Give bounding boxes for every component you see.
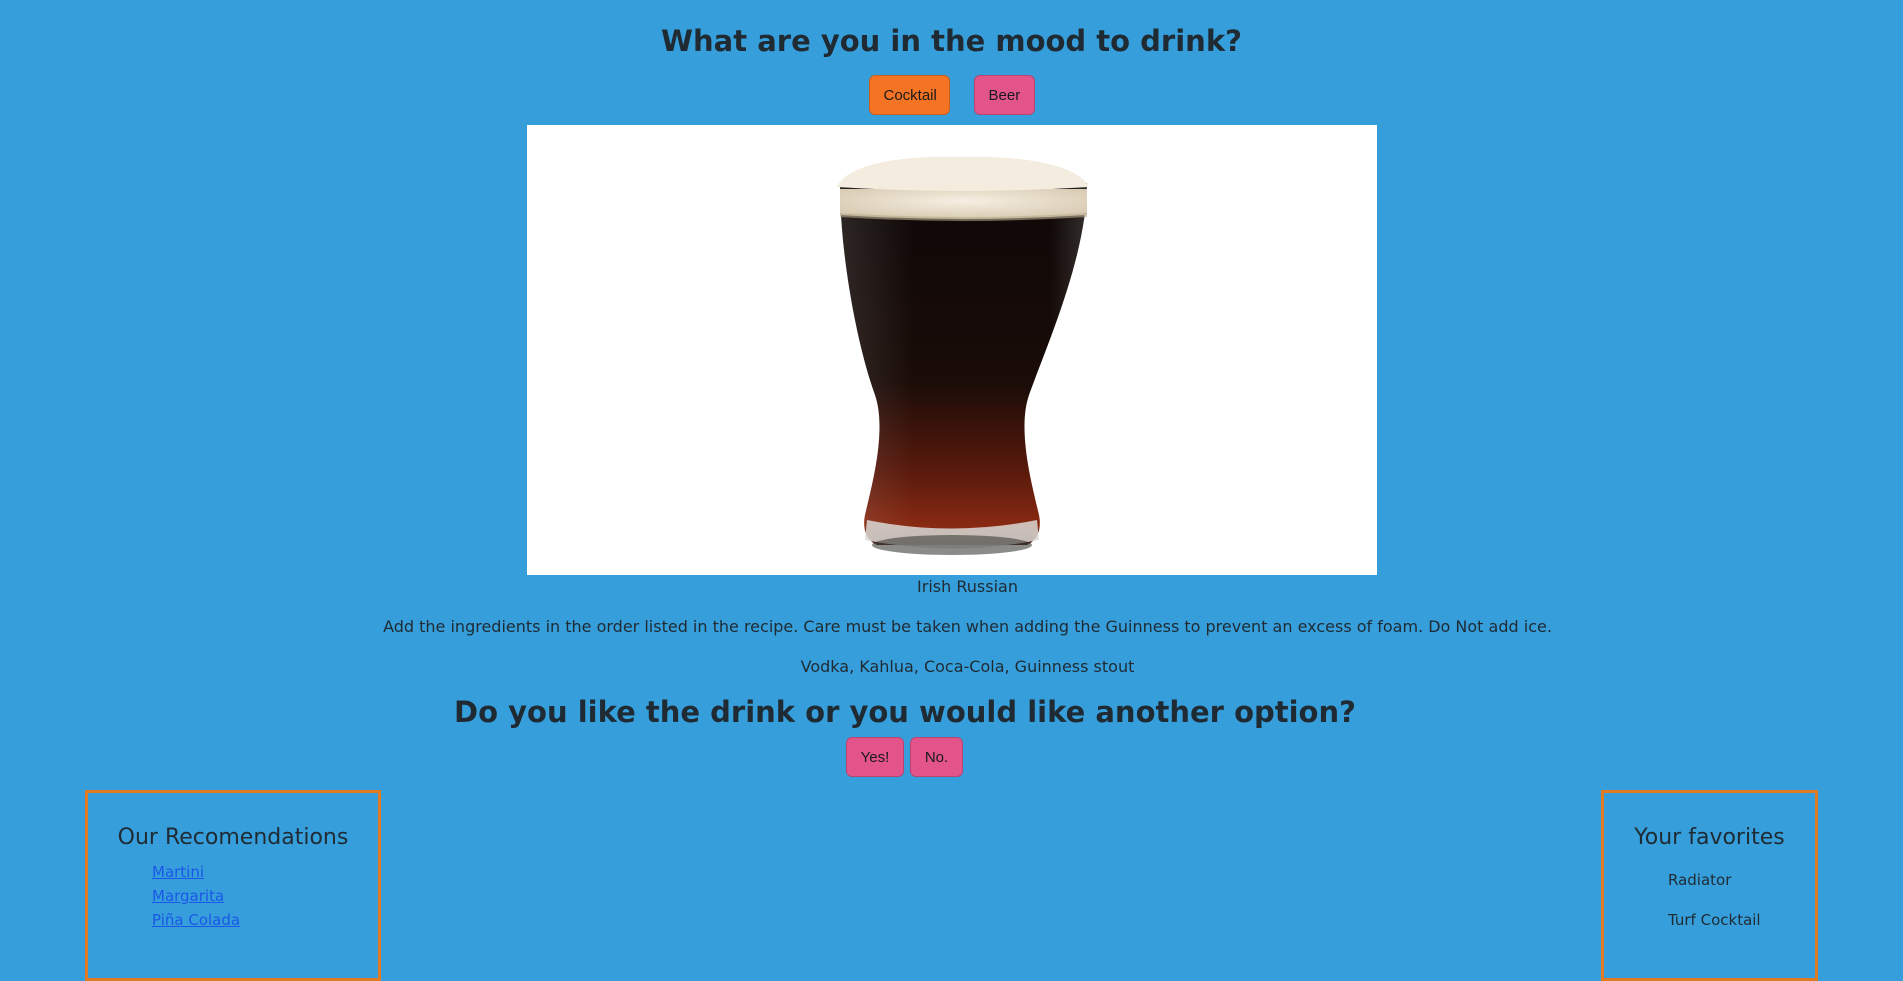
no-button[interactable]: No. bbox=[910, 737, 963, 777]
list-item: Margarita bbox=[152, 887, 240, 911]
recommendations-panel: Our Recomendations Martini Margarita Piñ… bbox=[85, 790, 381, 981]
yes-button[interactable]: Yes! bbox=[846, 737, 904, 777]
recommendations-title: Our Recomendations bbox=[117, 825, 349, 850]
favorites-list: Radiator Turf Cocktail bbox=[1668, 871, 1761, 951]
recommendation-link-margarita[interactable]: Margarita bbox=[152, 887, 224, 905]
stout-glass-icon bbox=[837, 156, 1089, 555]
feedback-question: Do you like the drink or you would like … bbox=[454, 695, 1356, 729]
beer-button[interactable]: Beer bbox=[973, 75, 1035, 115]
drink-ingredients: Vodka, Kahlua, Coca-Cola, Guinness stout bbox=[800, 657, 1135, 676]
recommendations-list: Martini Margarita Piña Colada bbox=[152, 863, 240, 935]
drink-name: Irish Russian bbox=[917, 577, 1018, 596]
mood-button-group: Cocktail Beer bbox=[0, 75, 1903, 115]
feedback-button-group: Yes! No. bbox=[846, 737, 963, 777]
list-item: Piña Colada bbox=[152, 911, 240, 935]
drink-image bbox=[527, 125, 1377, 575]
favorite-item-turf-cocktail: Turf Cocktail bbox=[1668, 911, 1761, 929]
page-title: What are you in the mood to drink? bbox=[661, 24, 1242, 58]
recommendation-link-pina-colada[interactable]: Piña Colada bbox=[152, 911, 240, 929]
list-item: Martini bbox=[152, 863, 240, 887]
recommendation-link-martini[interactable]: Martini bbox=[152, 863, 204, 881]
drink-instructions: Add the ingredients in the order listed … bbox=[383, 617, 1552, 636]
cocktail-button[interactable]: Cocktail bbox=[868, 75, 950, 115]
favorites-title: Your favorites bbox=[1634, 825, 1785, 850]
favorites-panel: Your favorites Radiator Turf Cocktail bbox=[1601, 790, 1818, 981]
favorite-item-radiator: Radiator bbox=[1668, 871, 1732, 889]
